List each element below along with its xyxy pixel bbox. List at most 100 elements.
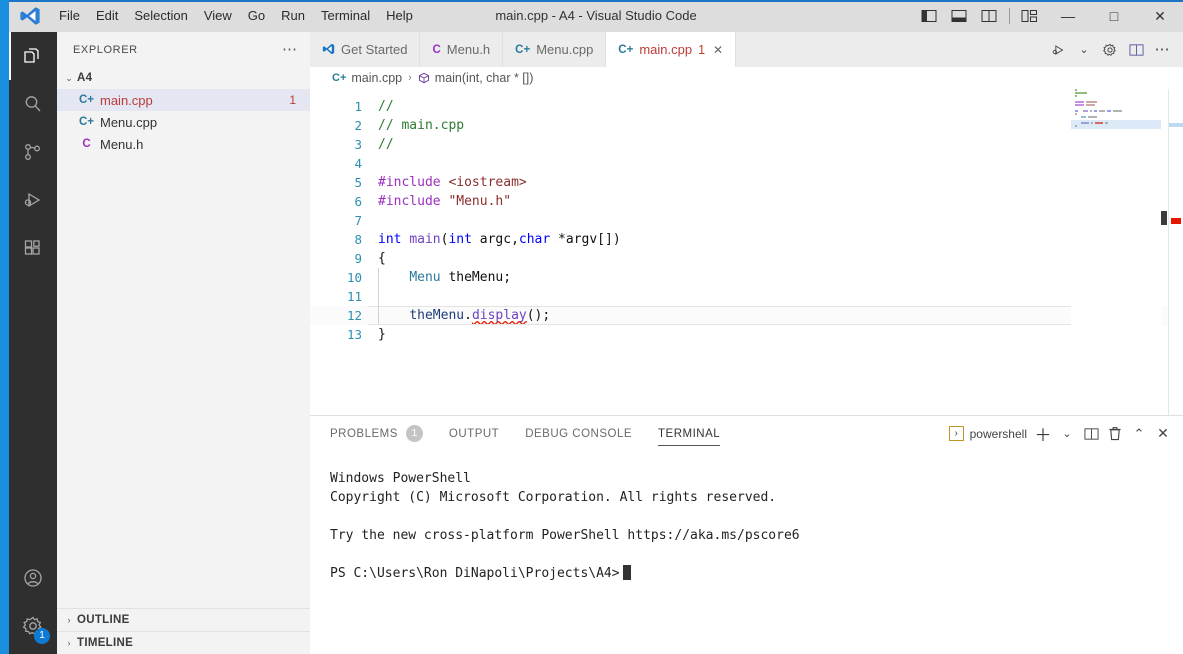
header-file-icon: C <box>79 138 94 150</box>
toggle-primary-sidebar-icon[interactable] <box>914 0 944 32</box>
code-line: 7 <box>310 211 1183 230</box>
chevron-right-icon: › <box>61 615 77 625</box>
file-row-menu-h[interactable]: C Menu.h <box>57 133 310 155</box>
file-row-main-cpp[interactable]: C+ main.cpp 1 <box>57 89 310 111</box>
line-number: 13 <box>310 325 362 344</box>
activity-run-debug[interactable] <box>9 176 57 224</box>
chevron-down-icon[interactable]: ⌄ <box>1071 32 1097 67</box>
settings-gear-icon[interactable] <box>1097 32 1123 67</box>
breadcrumb-symbol[interactable]: main(int, char * []) <box>435 71 534 85</box>
cpp-file-icon: C+ <box>332 72 346 84</box>
panel-tab-label: TERMINAL <box>658 428 720 440</box>
split-terminal-icon[interactable] <box>1079 416 1103 451</box>
menu-selection[interactable]: Selection <box>126 4 195 28</box>
maximize-button[interactable]: □ <box>1091 0 1137 32</box>
minimap-token <box>1086 104 1095 106</box>
tab-get-started[interactable]: Get Started <box>310 32 420 67</box>
section-outline[interactable]: › OUTLINE <box>57 608 310 631</box>
menu-terminal[interactable]: Terminal <box>313 4 378 28</box>
ruler-selection-mark <box>1169 123 1183 127</box>
tab-main-cpp[interactable]: C+ main.cpp 1 ✕ <box>606 32 736 67</box>
close-panel-icon[interactable]: ✕ <box>1151 416 1175 451</box>
activity-source-control[interactable] <box>9 128 57 176</box>
breadcrumb-file[interactable]: main.cpp <box>351 71 402 85</box>
code-token: // <box>378 137 394 152</box>
toggle-secondary-sidebar-icon[interactable] <box>974 0 1004 32</box>
panel-tab-label: DEBUG CONSOLE <box>525 428 632 440</box>
activity-settings[interactable]: 1 <box>9 602 57 650</box>
toggle-panel-icon[interactable] <box>944 0 974 32</box>
code-token: int <box>448 232 471 247</box>
line-number: 7 <box>310 211 362 230</box>
editor-scrollbar[interactable] <box>1161 211 1167 225</box>
menu-edit[interactable]: Edit <box>88 4 126 28</box>
panel-tab-bar: PROBLEMS 1 OUTPUT DEBUG CONSOLE TERMINAL… <box>310 416 1183 451</box>
tab-menu-h[interactable]: C Menu.h <box>420 32 503 67</box>
minimize-button[interactable]: — <box>1045 0 1091 32</box>
code-line: 4 <box>310 154 1183 173</box>
activity-explorer[interactable] <box>9 32 57 80</box>
terminal-shell-name: powershell <box>970 427 1027 441</box>
close-button[interactable]: ✕ <box>1137 0 1183 32</box>
maximize-panel-icon[interactable]: ⌃ <box>1127 416 1151 451</box>
menu-file[interactable]: File <box>51 4 88 28</box>
code-line: 3// <box>310 135 1183 154</box>
file-row-menu-cpp[interactable]: C+ Menu.cpp <box>57 111 310 133</box>
panel-tab-label: PROBLEMS <box>330 428 398 440</box>
menu-help[interactable]: Help <box>378 4 421 28</box>
terminal-line: Copyright (C) Microsoft Corporation. All… <box>330 490 776 505</box>
minimap-token <box>1095 122 1103 124</box>
menu-go[interactable]: Go <box>240 4 273 28</box>
code-token: *argv[]) <box>550 232 620 247</box>
terminal-shell-selector[interactable]: › powershell <box>949 426 1027 441</box>
kill-terminal-icon[interactable] <box>1103 416 1127 451</box>
terminal-output[interactable]: Windows PowerShell Copyright (C) Microso… <box>310 451 1183 583</box>
code-token: argc, <box>472 232 519 247</box>
terminal-line: Windows PowerShell <box>330 471 471 486</box>
code-editor[interactable]: 1//2// main.cpp3//45#include <iostream>6… <box>310 89 1183 416</box>
menu-run[interactable]: Run <box>273 4 313 28</box>
customize-layout-icon[interactable] <box>1015 0 1045 32</box>
extensions-icon <box>21 236 45 260</box>
panel-actions: › powershell ＋ ⌄ ⌃ ✕ <box>949 416 1175 451</box>
panel-tab-output[interactable]: OUTPUT <box>449 416 499 451</box>
activity-accounts[interactable] <box>9 554 57 602</box>
menu-view[interactable]: View <box>196 4 240 28</box>
split-editor-icon[interactable] <box>1123 32 1149 67</box>
code-lines: 1//2// main.cpp3//45#include <iostream>6… <box>310 97 1183 344</box>
run-or-debug-icon[interactable] <box>1045 32 1071 67</box>
more-actions-icon[interactable]: ⋯ <box>1149 32 1175 67</box>
activity-extensions[interactable] <box>9 224 57 272</box>
activity-bar-bottom: 1 <box>9 554 57 650</box>
folder-row-a4[interactable]: ⌄ A4 <box>57 67 310 89</box>
tab-label: Get Started <box>341 42 407 57</box>
vscode-logo-icon <box>19 6 41 26</box>
panel-tab-terminal[interactable]: TERMINAL <box>658 416 720 451</box>
terminal-line: Try the new cross-platform PowerShell ht… <box>330 528 800 543</box>
code-line: 12 theMenu.display(); <box>310 306 1183 325</box>
minimap-space <box>1075 122 1079 124</box>
minimap-token <box>1086 101 1097 103</box>
new-terminal-icon[interactable]: ＋ <box>1031 416 1055 451</box>
explorer-more-actions-icon[interactable]: ⋯ <box>282 45 298 55</box>
section-timeline[interactable]: › TIMELINE <box>57 631 310 654</box>
file-name: Menu.h <box>100 137 296 152</box>
activity-bar: 1 <box>9 32 57 654</box>
activity-search[interactable] <box>9 80 57 128</box>
minimap-token <box>1088 116 1097 118</box>
terminal-prompt: PS C:\Users\Ron DiNapoli\Projects\A4> <box>330 566 620 581</box>
panel-tab-problems[interactable]: PROBLEMS 1 <box>330 416 423 451</box>
overview-ruler[interactable] <box>1168 89 1183 416</box>
minimap-token <box>1090 110 1092 112</box>
minimap-token <box>1081 116 1085 118</box>
code-line: 8int main(int argc,char *argv[]) <box>310 230 1183 249</box>
title-bar: File Edit Selection View Go Run Terminal… <box>9 0 1183 32</box>
code-text: // <box>378 135 394 154</box>
minimap-space <box>1080 110 1081 112</box>
chevron-down-icon[interactable]: ⌄ <box>1055 416 1079 451</box>
line-number: 4 <box>310 154 362 173</box>
tab-close-icon[interactable]: ✕ <box>713 43 723 57</box>
panel-tab-debug-console[interactable]: DEBUG CONSOLE <box>525 416 632 451</box>
tab-menu-cpp[interactable]: C+ Menu.cpp <box>503 32 606 67</box>
minimap[interactable] <box>1071 89 1161 416</box>
